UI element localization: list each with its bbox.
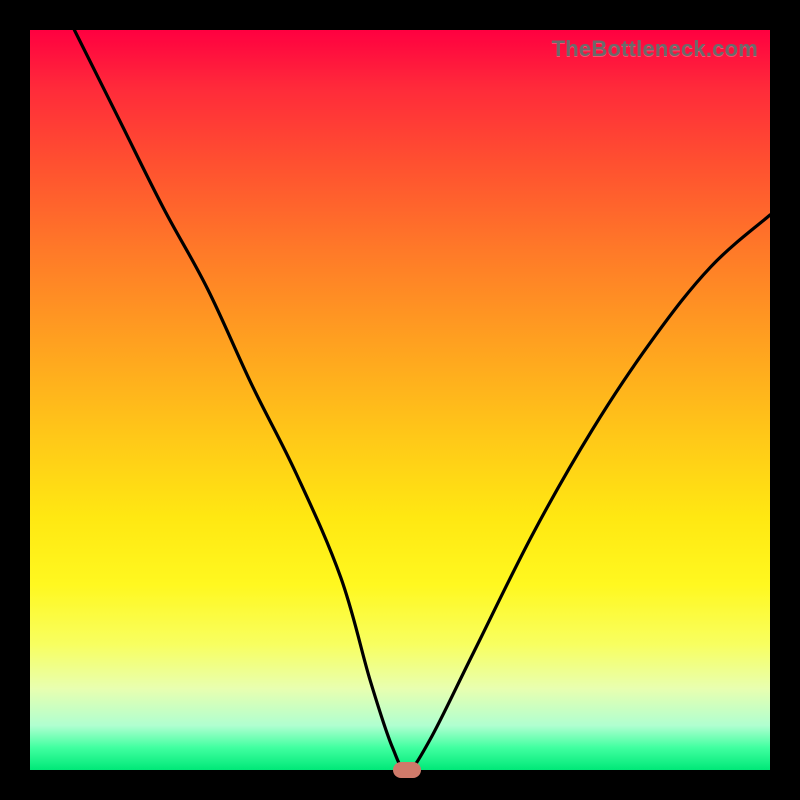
optimal-point-marker bbox=[393, 762, 421, 778]
chart-frame: TheBottleneck.com bbox=[0, 0, 800, 800]
bottleneck-curve bbox=[30, 30, 770, 770]
plot-area: TheBottleneck.com bbox=[30, 30, 770, 770]
